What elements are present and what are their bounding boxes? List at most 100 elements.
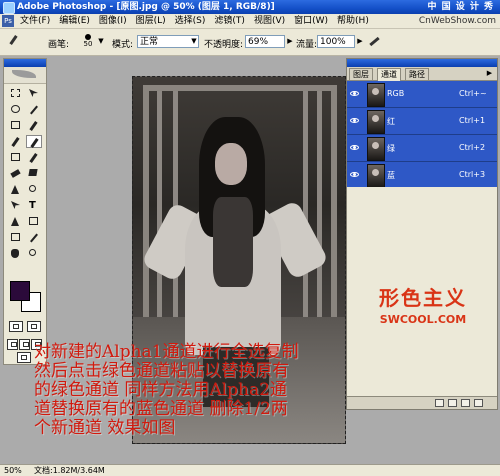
photo-bar bbox=[303, 91, 308, 331]
quick-mask-mode-icon[interactable] bbox=[27, 321, 41, 332]
window-title: Adobe Photoshop - [原图.jpg @ 50% (图层 1, R… bbox=[17, 2, 275, 12]
menu-select[interactable]: 选择(S) bbox=[175, 14, 206, 28]
screen-mode-standard-icon[interactable] bbox=[7, 339, 18, 350]
move-tool-icon[interactable] bbox=[26, 87, 42, 100]
opacity-arrow-icon[interactable]: ▶ bbox=[286, 36, 294, 47]
standard-mode-icon[interactable] bbox=[9, 321, 23, 332]
toolbox-titlebar[interactable] bbox=[4, 59, 46, 67]
channel-row-red[interactable]: 红 Ctrl+1 bbox=[347, 108, 497, 135]
history-brush-tool-icon[interactable] bbox=[26, 151, 42, 164]
lasso-tool-icon[interactable] bbox=[8, 103, 24, 116]
feather-logo-icon[interactable] bbox=[4, 67, 46, 84]
photo-bar bbox=[317, 91, 322, 331]
notes-tool-icon[interactable] bbox=[8, 231, 24, 244]
opacity-label: 不透明度: bbox=[204, 40, 244, 50]
menu-help[interactable]: 帮助(H) bbox=[337, 14, 369, 28]
pen-tool-icon[interactable] bbox=[8, 215, 24, 228]
menu-window[interactable]: 窗口(W) bbox=[294, 14, 328, 28]
tab-paths[interactable]: 路径 bbox=[405, 68, 429, 80]
magic-wand-tool-icon[interactable] bbox=[26, 103, 42, 116]
title-bar: Adobe Photoshop - [原图.jpg @ 50% (图层 1, R… bbox=[0, 0, 500, 14]
photo-scarf bbox=[213, 197, 253, 287]
path-selection-tool-icon[interactable] bbox=[8, 199, 24, 212]
status-bar: 50% 文档:1.82M/3.64M bbox=[0, 464, 500, 476]
caption-line: 对新建的Alpha1通道进行全选复制 bbox=[34, 342, 299, 362]
type-tool-icon[interactable] bbox=[26, 199, 42, 212]
channel-row-rgb[interactable]: RGB Ctrl+~ bbox=[347, 81, 497, 108]
flow-label: 流量: bbox=[296, 40, 318, 50]
color-swatches bbox=[10, 281, 42, 312]
visibility-eye-icon[interactable] bbox=[349, 142, 361, 154]
visibility-eye-icon[interactable] bbox=[349, 115, 361, 127]
menu-filter[interactable]: 滤镜(T) bbox=[214, 14, 245, 28]
tab-layers[interactable]: 图层 bbox=[349, 68, 373, 80]
blur-tool-icon[interactable] bbox=[8, 183, 24, 196]
brush-dropdown-arrow-icon[interactable]: ▼ bbox=[97, 36, 105, 47]
channel-row-blue[interactable]: 蓝 Ctrl+3 bbox=[347, 162, 497, 189]
tutorial-caption: 对新建的Alpha1通道进行全选复制 然后点击绿色通道粘贴以替换原有 的绿色通道… bbox=[34, 343, 484, 438]
menu-image[interactable]: 图像(I) bbox=[99, 14, 127, 28]
swcool-logo: 形色主义 SWCOOL.COM bbox=[367, 282, 479, 326]
toolbox bbox=[3, 58, 47, 365]
gradient-tool-icon[interactable] bbox=[26, 167, 42, 180]
crop-tool-icon[interactable] bbox=[8, 119, 24, 132]
brush-label: 画笔: bbox=[48, 40, 70, 50]
photoshop-app-icon bbox=[3, 2, 15, 14]
marquee-tool-icon[interactable] bbox=[8, 87, 24, 100]
channel-name: 绿 bbox=[387, 144, 395, 153]
eraser-tool-icon[interactable] bbox=[8, 167, 24, 180]
menu-view[interactable]: 视图(V) bbox=[254, 14, 285, 28]
channel-row-green[interactable]: 绿 Ctrl+2 bbox=[347, 135, 497, 162]
clone-stamp-tool-icon[interactable] bbox=[8, 151, 24, 164]
brush-preset-picker[interactable]: 50 bbox=[80, 33, 96, 51]
healing-brush-tool-icon[interactable] bbox=[8, 135, 24, 148]
screen-mode-full-menu-icon[interactable] bbox=[19, 339, 30, 350]
visibility-eye-icon[interactable] bbox=[349, 169, 361, 181]
palette-menu-icon[interactable]: ▶ bbox=[485, 69, 494, 78]
menu-list: 文件(F) 编辑(E) 图像(I) 图层(L) 选择(S) 滤镜(T) 视图(V… bbox=[20, 14, 369, 28]
channel-shortcut: Ctrl+3 bbox=[459, 170, 486, 179]
brush-tool-icon-active[interactable] bbox=[26, 135, 42, 148]
mode-dropdown-arrow-icon[interactable]: ▼ bbox=[190, 36, 198, 47]
menu-file[interactable]: 文件(F) bbox=[20, 14, 50, 28]
caption-line: 的绿色通道 同样方法用Alpha2通 bbox=[34, 380, 287, 400]
palette-titlebar[interactable] bbox=[347, 59, 497, 67]
channel-shortcut: Ctrl+1 bbox=[459, 116, 486, 125]
zoom-level[interactable]: 50% bbox=[4, 465, 22, 476]
site-url-watermark: CnWebShow.com bbox=[418, 16, 496, 26]
brush-tool-icon[interactable] bbox=[6, 35, 20, 49]
mode-label: 模式: bbox=[112, 40, 134, 50]
jump-to-imageready-icon[interactable] bbox=[17, 352, 31, 363]
channel-thumbnail bbox=[367, 137, 385, 161]
zoom-tool-icon[interactable] bbox=[26, 247, 42, 260]
eyedropper-tool-icon[interactable] bbox=[26, 231, 42, 244]
opacity-field[interactable]: 69% bbox=[245, 35, 285, 48]
channel-shortcut: Ctrl+~ bbox=[459, 89, 487, 98]
menu-bar: Ps 文件(F) 编辑(E) 图像(I) 图层(L) 选择(S) 滤镜(T) 视… bbox=[0, 14, 500, 29]
channel-name: RGB bbox=[387, 89, 405, 98]
channel-thumbnail bbox=[367, 83, 385, 107]
dodge-tool-icon[interactable] bbox=[26, 183, 42, 196]
menu-edit[interactable]: 编辑(E) bbox=[59, 14, 90, 28]
channel-thumbnail bbox=[367, 164, 385, 188]
ps-logo-icon[interactable]: Ps bbox=[2, 15, 14, 27]
slice-tool-icon[interactable] bbox=[26, 119, 42, 132]
tab-channels[interactable]: 通道 bbox=[377, 68, 401, 81]
photo-face bbox=[215, 143, 247, 185]
channel-name: 蓝 bbox=[387, 171, 395, 180]
tool-grid bbox=[8, 87, 44, 260]
photo-bar bbox=[157, 91, 162, 331]
hand-tool-icon[interactable] bbox=[8, 247, 24, 260]
caption-line: 个新通道 效果如图 bbox=[34, 418, 176, 438]
menu-layer[interactable]: 图层(L) bbox=[136, 14, 166, 28]
flow-field[interactable]: 100% bbox=[317, 35, 355, 48]
swcool-logo-text: 形色主义 bbox=[379, 286, 467, 310]
foreground-color-swatch[interactable] bbox=[10, 281, 30, 301]
caption-line: 道替换原有的蓝色通道 删除1/2两 bbox=[34, 399, 288, 419]
visibility-eye-icon[interactable] bbox=[349, 88, 361, 100]
caption-line: 然后点击绿色通道粘贴以替换原有 bbox=[34, 361, 289, 381]
flow-arrow-icon[interactable]: ▶ bbox=[356, 36, 364, 47]
shape-tool-icon[interactable] bbox=[26, 215, 42, 228]
site-watermark: 中 国 设 计 秀 bbox=[427, 2, 494, 12]
airbrush-icon[interactable] bbox=[367, 34, 381, 48]
